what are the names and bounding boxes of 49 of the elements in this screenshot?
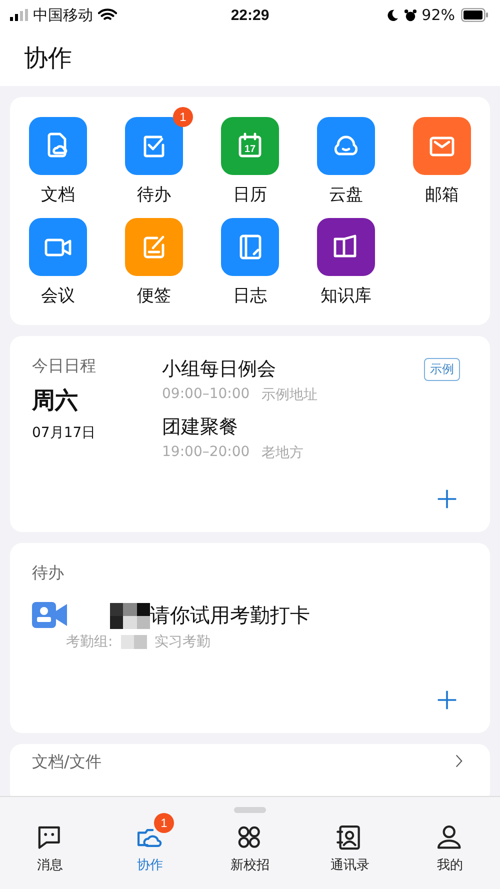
battery-percent: 92% (422, 6, 455, 24)
event-location: 示例地址 (262, 386, 318, 404)
redaction-mosaic (120, 635, 147, 649)
section-title: 今日日程 (32, 356, 97, 377)
wifi-icon (98, 8, 117, 22)
app-label: 会议 (41, 285, 75, 307)
app-tile[interactable] (221, 218, 279, 276)
moon-icon (386, 8, 399, 22)
sample-tag: 示例 (424, 358, 460, 380)
app-tile[interactable] (317, 117, 375, 175)
event-title: 团建聚餐 (162, 415, 238, 440)
app-label: 云盘 (329, 184, 363, 206)
date-text: 07月17日 (32, 424, 97, 442)
app-tile[interactable] (317, 218, 375, 276)
notification-badge: 1 (173, 107, 193, 127)
page-title: 协作 (24, 43, 72, 74)
app-tile[interactable] (125, 218, 183, 276)
tab-item[interactable]: 新校招 (230, 823, 270, 874)
contact-camera-icon (32, 602, 68, 628)
app-label: 日历 (233, 184, 267, 206)
app-label: 邮箱 (425, 184, 459, 206)
tab-item[interactable]: 消息 (35, 823, 65, 874)
clock-time: 22:29 (230, 6, 270, 24)
section-title: 文档/文件 (32, 752, 102, 773)
event-title: 小组每日例会 (162, 357, 276, 382)
redaction-mosaic (110, 602, 150, 628)
app-tile[interactable] (29, 117, 87, 175)
tab-item[interactable]: 通讯录 (330, 823, 370, 874)
todo-title[interactable]: 请你试用考勤打卡 (150, 602, 310, 629)
app-label: 知识库 (320, 285, 372, 307)
app-label: 文档 (41, 184, 75, 206)
app-tile[interactable] (413, 117, 471, 175)
weekday-text: 周六 (32, 387, 79, 416)
section-title: 待办 (32, 563, 64, 582)
drag-handle[interactable] (234, 807, 266, 813)
carrier-name: 中国移动 (33, 6, 93, 24)
battery-icon (460, 8, 490, 22)
app-label: 日志 (233, 285, 267, 307)
signal-icon (10, 9, 28, 21)
app-label: 待办 (137, 184, 171, 206)
event-location: 老地方 (262, 444, 304, 462)
group-label: 考勤组: (66, 633, 113, 651)
tab-item[interactable]: 我的 (435, 823, 465, 874)
app-label: 便签 (137, 285, 171, 307)
group-name: 实习考勤 (154, 633, 211, 651)
app-tile[interactable] (29, 218, 87, 276)
notification-badge: 1 (154, 813, 174, 833)
event-time: 09:00–10:00 (162, 386, 250, 404)
event-time: 19:00–20:00 (162, 444, 250, 462)
